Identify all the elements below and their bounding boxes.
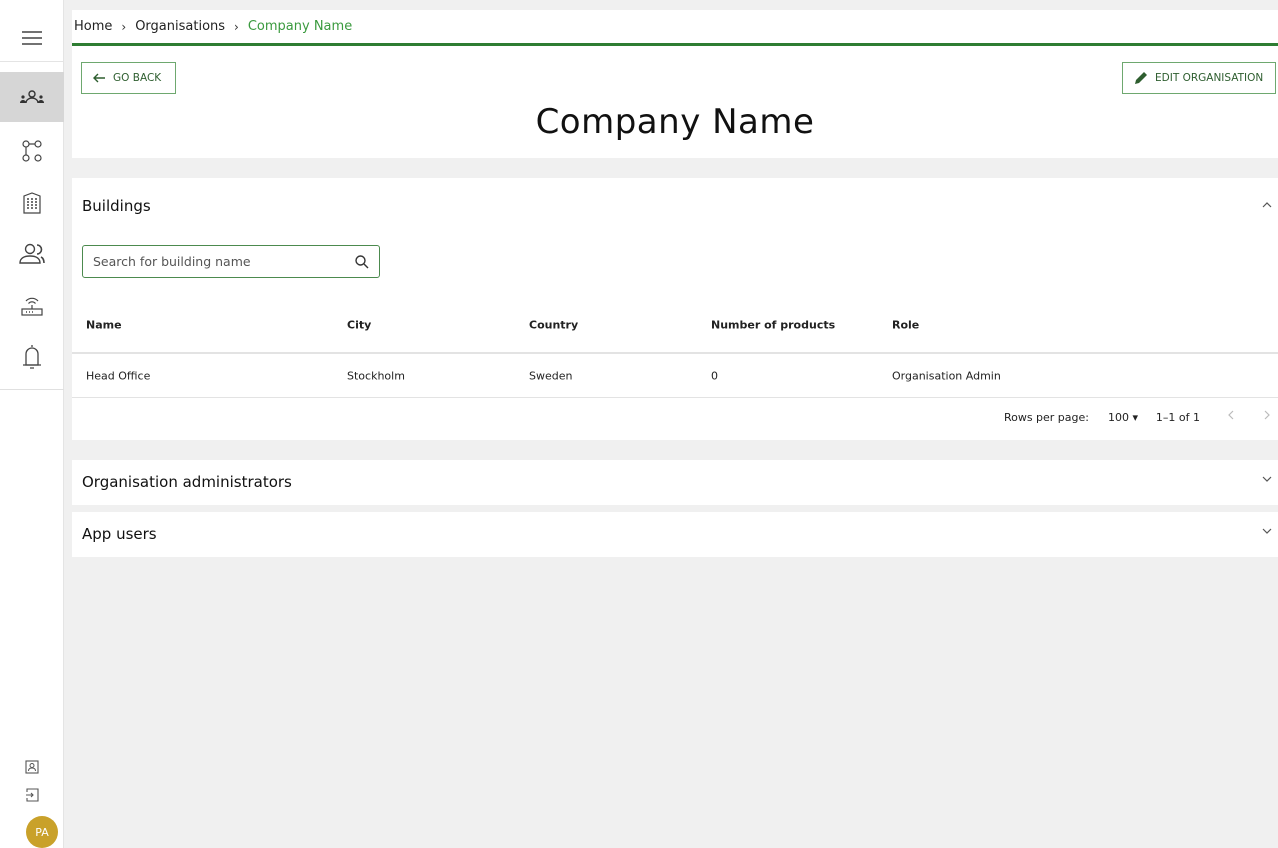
cell-name: Head Office bbox=[86, 369, 151, 382]
buildings-table: Name City Country Number of products Rol… bbox=[72, 298, 1278, 398]
column-header-role[interactable]: Role bbox=[892, 319, 919, 332]
next-page-button[interactable] bbox=[1264, 409, 1270, 424]
app-users-title: App users bbox=[82, 525, 157, 543]
chevron-up-icon bbox=[1262, 202, 1272, 208]
sidebar-nav bbox=[0, 0, 64, 390]
organisation-admins-panel[interactable]: Organisation administrators bbox=[72, 460, 1278, 505]
table-header-row: Name City Country Number of products Rol… bbox=[72, 298, 1278, 354]
avatar[interactable]: PA bbox=[26, 816, 58, 848]
collapse-buildings-button[interactable] bbox=[1262, 202, 1272, 208]
breadcrumb-separator: › bbox=[234, 19, 239, 34]
cell-role: Organisation Admin bbox=[892, 369, 1001, 382]
profile-card-icon bbox=[25, 760, 39, 774]
organisations-icon bbox=[20, 90, 44, 104]
building-search-input[interactable] bbox=[93, 254, 355, 269]
breadcrumb-organisations[interactable]: Organisations bbox=[135, 19, 225, 34]
chevron-right-icon bbox=[1264, 410, 1270, 420]
column-header-products[interactable]: Number of products bbox=[711, 319, 835, 332]
menu-icon bbox=[22, 30, 42, 45]
column-header-country[interactable]: Country bbox=[529, 319, 578, 332]
users-icon bbox=[19, 243, 45, 264]
edit-organisation-label: EDIT ORGANISATION bbox=[1155, 72, 1264, 84]
building-search bbox=[82, 245, 380, 278]
breadcrumb-home[interactable]: Home bbox=[74, 19, 112, 34]
profile-button[interactable] bbox=[0, 753, 64, 781]
sidebar-item-organisations[interactable] bbox=[0, 72, 64, 122]
rows-per-page-value: 100 bbox=[1107, 411, 1129, 424]
buildings-panel: Buildings Name City Country Number of pr… bbox=[72, 178, 1278, 440]
go-back-label: GO BACK bbox=[113, 72, 162, 84]
menu-button[interactable] bbox=[0, 14, 64, 62]
cell-products: 0 bbox=[711, 369, 718, 382]
pagination-range: 1–1 of 1 bbox=[1155, 411, 1200, 424]
chevron-down-icon bbox=[1262, 528, 1272, 534]
breadcrumb-separator: › bbox=[121, 19, 127, 34]
page-title: Company Name bbox=[535, 102, 815, 142]
hierarchy-icon bbox=[22, 140, 42, 162]
rows-per-page-select[interactable]: 100 ▾ bbox=[1108, 411, 1138, 424]
dropdown-arrow-icon: ▾ bbox=[1132, 411, 1138, 424]
go-back-button[interactable]: GO BACK bbox=[81, 62, 176, 94]
sidebar-item-gateways[interactable] bbox=[0, 281, 64, 331]
pencil-icon bbox=[1134, 71, 1148, 85]
sidebar-item-users[interactable] bbox=[0, 229, 64, 279]
logout-button[interactable] bbox=[0, 781, 64, 809]
breadcrumb-current: Company Name bbox=[247, 19, 353, 34]
column-header-city[interactable]: City bbox=[347, 319, 371, 332]
search-icon[interactable] bbox=[355, 254, 369, 269]
sidebar-item-notifications[interactable] bbox=[0, 332, 64, 382]
sidebar-item-hierarchy[interactable] bbox=[0, 126, 64, 176]
logout-icon bbox=[26, 788, 39, 802]
expand-app-users-button[interactable] bbox=[1262, 528, 1272, 534]
breadcrumb: Home › Organisations › Company Name bbox=[72, 10, 1278, 46]
column-header-name[interactable]: Name bbox=[86, 319, 122, 332]
cell-country: Sweden bbox=[529, 369, 573, 382]
buildings-title: Buildings bbox=[82, 197, 151, 215]
table-row[interactable]: Head Office Stockholm Sweden 0 Organisat… bbox=[72, 354, 1278, 398]
organisation-admins-title: Organisation administrators bbox=[82, 473, 292, 491]
organisation-header: GO BACK EDIT ORGANISATION Company Name bbox=[72, 46, 1278, 158]
bell-icon bbox=[23, 345, 41, 369]
sidebar-item-buildings[interactable] bbox=[0, 178, 64, 228]
rows-per-page-label: Rows per page: bbox=[1003, 411, 1089, 424]
building-icon bbox=[23, 192, 41, 214]
sidebar: PA bbox=[0, 0, 64, 848]
expand-admins-button[interactable] bbox=[1262, 476, 1272, 482]
app-users-panel[interactable]: App users bbox=[72, 512, 1278, 557]
chevron-down-icon bbox=[1262, 476, 1272, 482]
chevron-left-icon bbox=[1228, 410, 1234, 420]
arrow-left-icon bbox=[93, 73, 106, 83]
edit-organisation-button[interactable]: EDIT ORGANISATION bbox=[1122, 62, 1276, 94]
pagination: Rows per page: 100 ▾ 1–1 of 1 bbox=[878, 398, 1278, 438]
router-icon bbox=[21, 297, 43, 316]
cell-city: Stockholm bbox=[347, 369, 405, 382]
previous-page-button[interactable] bbox=[1228, 409, 1234, 424]
